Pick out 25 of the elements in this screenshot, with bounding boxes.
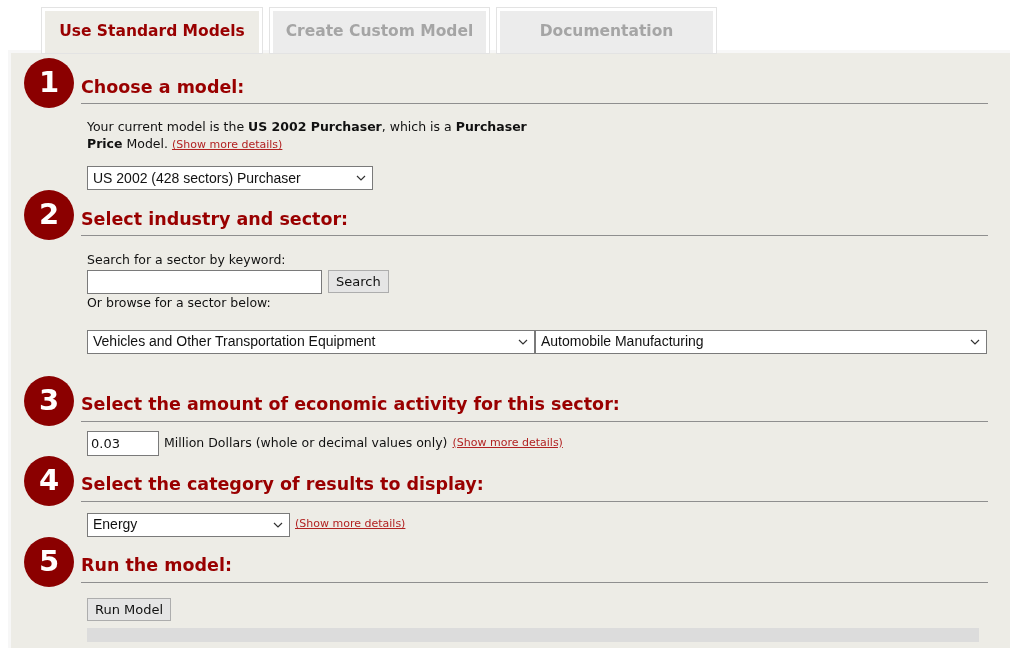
show-details-link[interactable]: (Show more details) [295,516,406,533]
section-heading: Run the model: [81,555,232,576]
step-number-badge: 2 [24,190,74,240]
dropdown[interactable]: Vehicles and Other Transportation Equipment [87,329,535,354]
step-number-badge: 3 [24,375,74,426]
step-number-badge: 4 [24,455,74,506]
unit-label: Million Dollars (whole or decimal values only) [164,433,448,452]
model-description: Your current model is the US 2002 Purchaser, which is a Purchaser Price Model. (Show more details) [87,119,527,151]
section-heading: Choose a model: [81,76,245,97]
section-heading: Select the category of results to display: [81,474,484,495]
show-details-link[interactable]: (Show more details) [452,434,563,452]
step-number-badge: 5 [24,536,74,587]
dropdown[interactable]: US 2002 (428 sectors) Purchaser [87,166,373,190]
amount-field[interactable]: 0.03 [87,430,159,456]
section-heading: Select the amount of economic activity for this sector: [81,394,620,415]
search-button[interactable]: Search [328,270,389,294]
tab[interactable]: Use Standard Models [42,8,262,53]
run-model-button[interactable]: Run Model [87,597,172,621]
dropdown[interactable]: Automobile Manufacturing [535,329,987,354]
show-details-link[interactable]: (Show more details) [171,138,283,151]
dropdown[interactable]: Energy [87,512,290,537]
browse-label: Or browse for a sector below: [87,293,272,312]
section-heading: Select industry and sector: [81,208,349,229]
step-number-badge: 1 [24,58,74,108]
search-label: Search for a sector by keyword: [87,251,287,269]
